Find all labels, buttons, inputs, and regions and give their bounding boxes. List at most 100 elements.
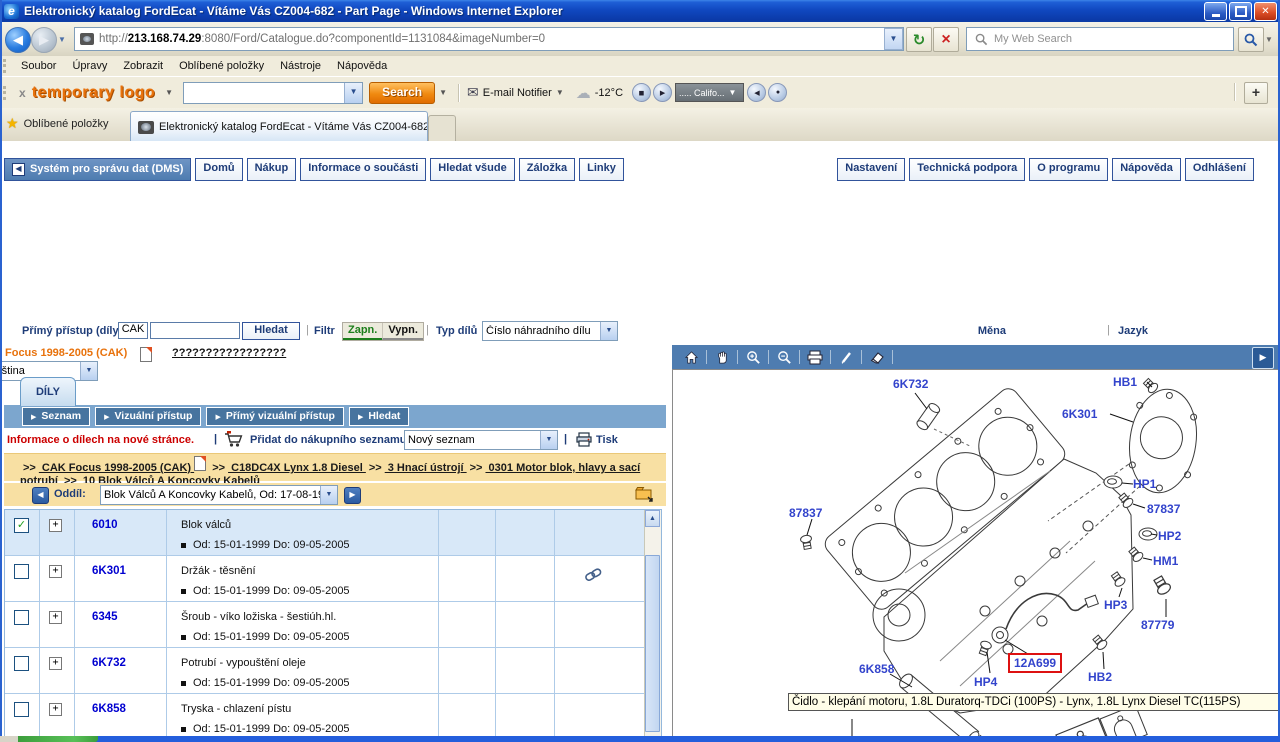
pan-hand-icon[interactable] — [711, 348, 733, 366]
part-search-field[interactable] — [150, 322, 240, 339]
nav-button-informace-o-sou-sti[interactable]: Informace o součásti — [300, 158, 426, 181]
part-number-link[interactable]: 6K858 — [92, 703, 126, 715]
add-to-shopping-list-link[interactable]: Přidat do nákupního seznamu — [250, 434, 406, 446]
refresh-button[interactable]: ↻ — [906, 27, 932, 52]
row-checkbox[interactable]: ✓ — [14, 518, 29, 533]
diagram-label-HP2-6[interactable]: HP2 — [1158, 529, 1181, 543]
restore-button[interactable] — [1229, 2, 1252, 21]
scroll-up-icon[interactable]: ▲ — [645, 510, 660, 527]
tab-dily[interactable]: DÍLY — [20, 377, 76, 406]
menu-item-soubor[interactable]: Soubor — [13, 58, 64, 74]
previous-section-button[interactable]: ◀ — [32, 487, 49, 504]
row-checkbox[interactable] — [14, 564, 29, 579]
nav-button-n-pov-da[interactable]: Nápověda — [1112, 158, 1181, 181]
part-type-select[interactable]: Číslo náhradního dílu▼ — [482, 321, 618, 341]
search-parts-button[interactable]: Hledat — [242, 322, 300, 340]
next-section-button[interactable]: ▶ — [344, 487, 361, 504]
toolbar-close-button[interactable]: x — [19, 86, 26, 100]
nav-button-odhl-en-[interactable]: Odhlášení — [1185, 158, 1254, 181]
diagram-label-HB2-11[interactable]: HB2 — [1088, 670, 1112, 684]
media-play-button[interactable]: ▶ — [653, 83, 672, 102]
catalog-code-field[interactable]: CAK — [118, 322, 148, 339]
folder-up-icon[interactable] — [635, 485, 654, 505]
part-number-link[interactable]: 6345 — [92, 611, 118, 623]
zoom-out-icon[interactable] — [773, 348, 795, 366]
pencil-annotate-icon[interactable] — [835, 348, 857, 366]
diagram-label-HP4-12[interactable]: HP4 — [974, 675, 997, 689]
nav-button-n-kup[interactable]: Nákup — [247, 158, 297, 181]
start-button-sliver[interactable] — [18, 736, 98, 742]
link-chain-icon[interactable] — [582, 565, 606, 588]
email-dropdown-icon[interactable]: ▼ — [556, 88, 564, 97]
part-number-link[interactable]: 6K732 — [92, 657, 126, 669]
diagram-label-HP1-3[interactable]: HP1 — [1133, 477, 1156, 491]
expand-icon[interactable]: + — [49, 519, 62, 532]
diagram-label-6K858-13[interactable]: 6K858 — [859, 662, 894, 676]
history-dropdown-icon[interactable]: ▼ — [58, 35, 66, 44]
web-search-button[interactable] — [1238, 27, 1264, 52]
minimize-button[interactable] — [1204, 2, 1227, 21]
printer-icon[interactable] — [576, 432, 592, 450]
email-notifier-button[interactable]: E-mail Notifier — [483, 87, 552, 99]
expand-icon[interactable]: + — [49, 565, 62, 578]
diagram-label-12A699-10[interactable]: 12A699 — [1008, 653, 1062, 673]
favorites-button[interactable]: ★ Oblíbené položky — [6, 115, 109, 132]
table-scrollbar[interactable]: ▲ — [644, 510, 661, 742]
view-tab-vizu-ln-p-stup[interactable]: ▶Vizuální přístup — [95, 407, 201, 426]
media-volume-up-button[interactable]: ● — [768, 83, 787, 102]
diagram-label-6K732-0[interactable]: 6K732 — [893, 377, 928, 391]
toolbar-search-input[interactable]: ▼ — [183, 82, 363, 104]
shopping-list-select[interactable]: Nový seznam▼ — [404, 430, 558, 450]
collapse-panel-icon[interactable]: ▶ — [1252, 347, 1274, 369]
search-options-dropdown-icon[interactable]: ▼ — [1265, 35, 1273, 44]
browser-tab-active[interactable]: Elektronický katalog FordEcat - Vítáme V… — [130, 111, 428, 142]
nav-button-syst-m-pro-spr-vu-dat-dms-[interactable]: ◀Systém pro správu dat (DMS) — [4, 158, 191, 181]
toolbar-search-button[interactable]: Search — [369, 82, 435, 104]
menu-item-úpravy[interactable]: Úpravy — [64, 58, 115, 74]
part-number-link[interactable]: 6010 — [92, 519, 118, 531]
media-station-select[interactable]: ..... Califo...▼ — [675, 83, 744, 102]
forward-button[interactable]: ▶ — [31, 27, 57, 53]
menu-item-oblíbené-položky[interactable]: Oblíbené položky — [171, 58, 272, 74]
nav-button-linky[interactable]: Linky — [579, 158, 624, 181]
diagram-label-87779-9[interactable]: 87779 — [1141, 618, 1174, 632]
filter-on-button[interactable]: Zapn. — [343, 323, 382, 340]
print-link[interactable]: Tisk — [596, 434, 618, 446]
nav-button-dom-[interactable]: Domů — [195, 158, 242, 181]
breadcrumb-link[interactable]: C18DC4X Lynx 1.8 Diesel — [228, 462, 366, 474]
view-tab-hledat[interactable]: ▶Hledat — [349, 407, 409, 426]
new-tab-stub[interactable] — [428, 115, 456, 142]
row-checkbox[interactable] — [14, 610, 29, 625]
expand-icon[interactable]: + — [49, 611, 62, 624]
breadcrumb-link[interactable]: 3 Hnací ústrojí — [385, 462, 467, 474]
home-icon[interactable] — [680, 348, 702, 366]
part-number-link[interactable]: 6K301 — [92, 565, 126, 577]
view-tab-p-m-vizu-ln-p-stup[interactable]: ▶Přímý vizuální přístup — [206, 407, 344, 426]
logo-dropdown-icon[interactable]: ▼ — [165, 88, 173, 97]
eraser-icon[interactable] — [866, 348, 888, 366]
menu-item-nástroje[interactable]: Nástroje — [272, 58, 329, 74]
diagram-label-87837-4[interactable]: 87837 — [789, 506, 822, 520]
media-prev-button[interactable]: ◼ — [632, 83, 651, 102]
web-search-input[interactable]: My Web Search — [966, 27, 1234, 51]
media-volume-down-button[interactable]: ◀ — [747, 83, 766, 102]
document-icon[interactable] — [140, 347, 152, 362]
nav-button-o-programu[interactable]: O programu — [1029, 158, 1108, 181]
breadcrumb-link[interactable]: CAK Focus 1998-2005 (CAK) — [39, 462, 194, 474]
section-select[interactable]: Blok Válců A Koncovky Kabelů, Od: 17-08-… — [100, 485, 338, 505]
back-button[interactable]: ◀ — [5, 27, 31, 53]
row-checkbox[interactable] — [14, 702, 29, 717]
shopping-cart-icon[interactable] — [224, 431, 244, 451]
close-button[interactable]: ✕ — [1254, 2, 1277, 21]
stop-button[interactable]: × — [933, 27, 959, 52]
menu-item-zobrazit[interactable]: Zobrazit — [115, 58, 171, 74]
row-checkbox[interactable] — [14, 656, 29, 671]
print-diagram-icon[interactable] — [804, 348, 826, 366]
combo-dropdown-icon[interactable]: ▼ — [344, 83, 362, 103]
add-toolbar-button[interactable]: + — [1244, 82, 1268, 104]
untranslated-link[interactable]: ????????????????? — [172, 347, 286, 359]
diagram-label-HP3-8[interactable]: HP3 — [1104, 598, 1127, 612]
zoom-in-icon[interactable] — [742, 348, 764, 366]
nav-button-hledat-v-ude[interactable]: Hledat všude — [430, 158, 514, 181]
view-tab-seznam[interactable]: ▶Seznam — [22, 407, 90, 426]
